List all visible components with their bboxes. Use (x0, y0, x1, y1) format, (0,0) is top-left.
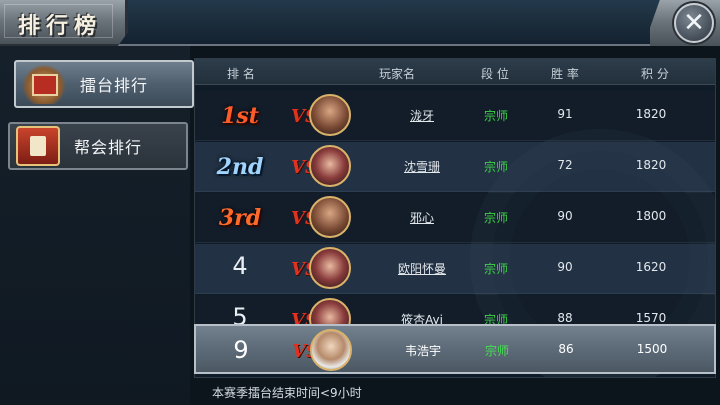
tab-label: 擂台排行 (80, 76, 149, 95)
close-icon: ✕ (683, 8, 705, 38)
left-tab-panel: 擂台排行 帮会排行 (0, 46, 194, 405)
player-name-link[interactable]: 泷牙 (377, 107, 467, 124)
points-value: 1800 (635, 209, 667, 223)
player-name: 韦浩宇 (404, 344, 441, 358)
player-avatar-group: VS (291, 145, 351, 189)
page-title: 排行榜 (18, 14, 103, 39)
points-value: 1570 (635, 311, 667, 325)
player-avatar-group: VS (291, 94, 351, 138)
column-header-rank: 排 名 (227, 67, 255, 81)
winrate-value: 88 (557, 311, 573, 325)
table-row[interactable]: 2nd VS 沈雪珊 宗师 72 1820 (195, 142, 715, 192)
tier-label: 宗师 (483, 109, 508, 123)
player-avatar-group: VS (291, 247, 351, 291)
column-header-player: 玩家名 (379, 67, 416, 81)
tier-label: 宗师 (483, 160, 508, 174)
column-header-winrate: 胜 率 (551, 67, 579, 81)
avatar (309, 196, 351, 238)
player-name-link[interactable]: 欧阳怀曼 (377, 260, 467, 277)
table-header: 排 名 玩家名 段 位 胜 率 积 分 (195, 59, 715, 85)
rank-number: 4 (232, 252, 248, 280)
points-value: 1500 (636, 342, 668, 356)
guild-banner-icon (16, 126, 60, 166)
table-row[interactable]: 3rd VS 邪心 宗师 90 1800 (195, 193, 715, 243)
rank-badge: 1st (221, 103, 259, 129)
avatar (310, 329, 352, 371)
tab-label: 帮会排行 (74, 138, 143, 157)
avatar (309, 247, 351, 289)
column-header-tier: 段 位 (481, 67, 509, 81)
points-value: 1820 (635, 158, 667, 172)
player-avatar-group: VS (291, 196, 351, 240)
table-row[interactable]: 1st VS 泷牙 宗师 91 1820 (195, 91, 715, 141)
tab-guild-ranking[interactable]: 帮会排行 (8, 122, 188, 170)
tier-label: 宗师 (483, 211, 508, 225)
winrate-value: 72 (557, 158, 573, 172)
table-row[interactable]: 4 VS 欧阳怀曼 宗师 90 1620 (195, 244, 715, 294)
season-end-note: 本赛季擂台结束时间<9小时 (212, 386, 362, 400)
avatar (309, 94, 351, 136)
player-name-link[interactable]: 邪心 (377, 209, 467, 226)
arena-icon (22, 64, 66, 104)
points-value: 1620 (635, 260, 667, 274)
avatar (309, 145, 351, 187)
rank-number: 9 (233, 336, 249, 364)
points-value: 1820 (635, 107, 667, 121)
close-button[interactable]: ✕ (674, 3, 714, 43)
player-name-link[interactable]: 沈雪珊 (377, 158, 467, 175)
player-avatar-group: VS (292, 329, 352, 373)
self-rank-row: 9 VS 韦浩宇 宗师 86 1500 (194, 324, 716, 374)
winrate-value: 90 (557, 209, 573, 223)
rank-badge: 2nd (216, 154, 264, 180)
tier-label: 宗师 (483, 262, 508, 276)
winrate-value: 91 (557, 107, 573, 121)
column-header-points: 积 分 (641, 67, 669, 81)
header-bar: 排行榜 ✕ (0, 0, 720, 46)
tier-label: 宗师 (484, 344, 509, 358)
winrate-value: 86 (558, 342, 574, 356)
winrate-value: 90 (557, 260, 573, 274)
tab-arena-ranking[interactable]: 擂台排行 (14, 60, 194, 108)
rank-badge: 3rd (218, 205, 262, 231)
